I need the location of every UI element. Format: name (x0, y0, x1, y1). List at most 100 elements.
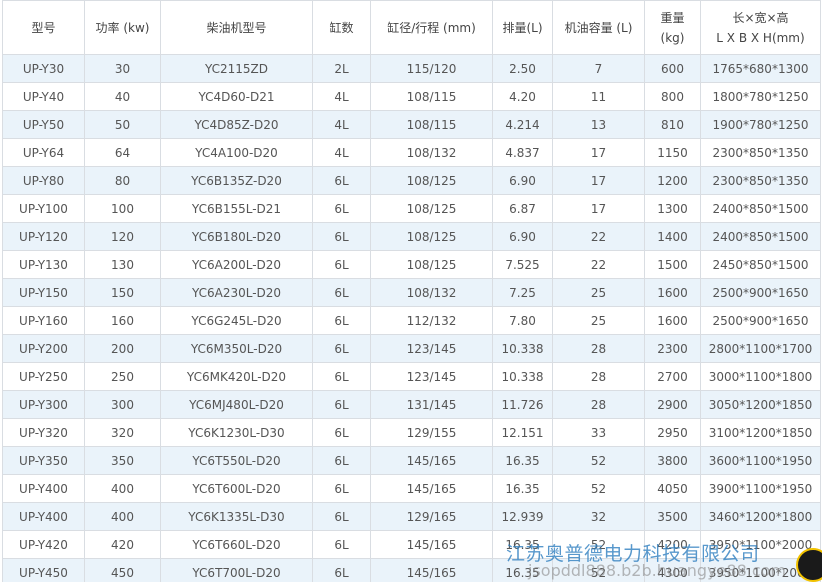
table-cell: 6L (312, 334, 371, 363)
table-cell: YC6T550L-D20 (160, 446, 313, 475)
table-cell: 4L (312, 82, 371, 111)
table-row: UP-Y420 420 YC6T660L-D20 6L 145/165 16.35 52 42… (2, 530, 821, 559)
table-cell: 400 (84, 502, 161, 531)
table-cell: 2800*1100*1700 (700, 334, 821, 363)
table-cell: 4L (312, 110, 371, 139)
column-header-label: 功率 (kw) (95, 20, 150, 35)
table-cell: 7.525 (492, 250, 553, 279)
table-cell: 40 (84, 82, 161, 111)
table-cell: 123/145 (370, 362, 493, 391)
table-cell: YC2115ZD (160, 54, 313, 83)
table-cell: 2450*850*1500 (700, 250, 821, 279)
table-cell: 250 (84, 362, 161, 391)
column-header: 机油容量 (L) (552, 0, 645, 55)
table-cell: 112/132 (370, 306, 493, 335)
table-cell: 1765*680*1300 (700, 54, 821, 83)
table-cell: 2700 (644, 362, 701, 391)
table-cell: 30 (84, 54, 161, 83)
table-cell: 2300 (644, 334, 701, 363)
table-row: UP-Y320 320 YC6K1230L-D30 6L 129/155 12.151 33… (2, 418, 821, 447)
table-cell: UP-Y350 (2, 446, 85, 475)
header-row: 型号 功率 (kw) 柴油机型号 缸数 缸径/行程 (mm) 排量(L) 机油容量 (L) 重… (2, 0, 821, 55)
table-cell: YC6MK420L-D20 (160, 362, 313, 391)
table-cell: 6L (312, 530, 371, 559)
table-cell: 10.338 (492, 334, 553, 363)
table-cell: 4300 (644, 558, 701, 582)
table-cell: 11.726 (492, 390, 553, 419)
table-cell: UP-Y130 (2, 250, 85, 279)
table-cell: 52 (552, 558, 645, 582)
table-row: UP-Y100 100 YC6B155L-D21 6L 108/125 6.87 17 130… (2, 194, 821, 223)
table-cell: 3800 (644, 446, 701, 475)
table-cell: 2.50 (492, 54, 553, 83)
table-cell: 6L (312, 166, 371, 195)
table-cell: UP-Y400 (2, 502, 85, 531)
table-cell: 145/165 (370, 558, 493, 582)
table-cell: 32 (552, 502, 645, 531)
table-cell: UP-Y300 (2, 390, 85, 419)
table-cell: 7.80 (492, 306, 553, 335)
table-cell: 450 (84, 558, 161, 582)
table-cell: YC6T660L-D20 (160, 530, 313, 559)
table-cell: UP-Y120 (2, 222, 85, 251)
column-header: 排量(L) (492, 0, 553, 55)
column-header: 功率 (kw) (84, 0, 161, 55)
table-cell: UP-Y450 (2, 558, 85, 582)
table-cell: 800 (644, 82, 701, 111)
table-cell: 108/125 (370, 222, 493, 251)
table-cell: 28 (552, 362, 645, 391)
table-cell: 2400*850*1500 (700, 194, 821, 223)
table-cell: 25 (552, 306, 645, 335)
table-cell: YC6K1335L-D30 (160, 502, 313, 531)
table-cell: 22 (552, 222, 645, 251)
table-cell: 100 (84, 194, 161, 223)
table-cell: 16.35 (492, 530, 553, 559)
table-cell: 4L (312, 138, 371, 167)
table-cell: 150 (84, 278, 161, 307)
table-row: UP-Y120 120 YC6B180L-D20 6L 108/125 6.90 22 140… (2, 222, 821, 251)
table-cell: 6L (312, 446, 371, 475)
table-cell: 50 (84, 110, 161, 139)
table-row: UP-Y64 64 YC4A100-D20 4L 108/132 4.837 17 1150 2… (2, 138, 821, 167)
column-header: 柴油机型号 (160, 0, 313, 55)
table-cell: UP-Y30 (2, 54, 85, 83)
table-cell: 6L (312, 222, 371, 251)
table-cell: 11 (552, 82, 645, 111)
table-cell: 108/125 (370, 166, 493, 195)
table-cell: 3500 (644, 502, 701, 531)
table-cell: 6L (312, 418, 371, 447)
table-cell: 2400*850*1500 (700, 222, 821, 251)
table-cell: 129/155 (370, 418, 493, 447)
table-cell: 108/125 (370, 250, 493, 279)
table-cell: 108/132 (370, 138, 493, 167)
table-cell: 28 (552, 334, 645, 363)
table-row: UP-Y80 80 YC6B135Z-D20 6L 108/125 6.90 17 1200 2… (2, 166, 821, 195)
table-row: UP-Y160 160 YC6G245L-D20 6L 112/132 7.80 25 160… (2, 306, 821, 335)
column-header-label: 长×宽×高 (732, 10, 789, 25)
table-cell: YC6B135Z-D20 (160, 166, 313, 195)
table-cell: 6L (312, 278, 371, 307)
table-cell: 2300*850*1350 (700, 138, 821, 167)
table-cell: 160 (84, 306, 161, 335)
table-cell: YC6T700L-D20 (160, 558, 313, 582)
table-cell: 300 (84, 390, 161, 419)
table-cell: UP-Y64 (2, 138, 85, 167)
table-cell: UP-Y320 (2, 418, 85, 447)
table-cell: 12.151 (492, 418, 553, 447)
table-cell: 16.35 (492, 474, 553, 503)
table-cell: 6L (312, 362, 371, 391)
table-cell: 3000*1100*1800 (700, 362, 821, 391)
column-header-label: L X B X H(mm) (716, 30, 805, 45)
table-cell: 3600*1100*1950 (700, 446, 821, 475)
table-cell: YC6A230L-D20 (160, 278, 313, 307)
column-header: 长×宽×高 L X B X H(mm) (700, 0, 821, 55)
table-cell: 6L (312, 474, 371, 503)
table-cell: 2300*850*1350 (700, 166, 821, 195)
table-cell: 600 (644, 54, 701, 83)
column-header-label: 缸径/行程 (mm) (387, 20, 476, 35)
column-header: 缸径/行程 (mm) (370, 0, 493, 55)
table-cell: 810 (644, 110, 701, 139)
column-header: 缸数 (312, 0, 371, 55)
column-header-label: 重量 (660, 10, 685, 25)
column-header-label: 柴油机型号 (206, 20, 267, 35)
